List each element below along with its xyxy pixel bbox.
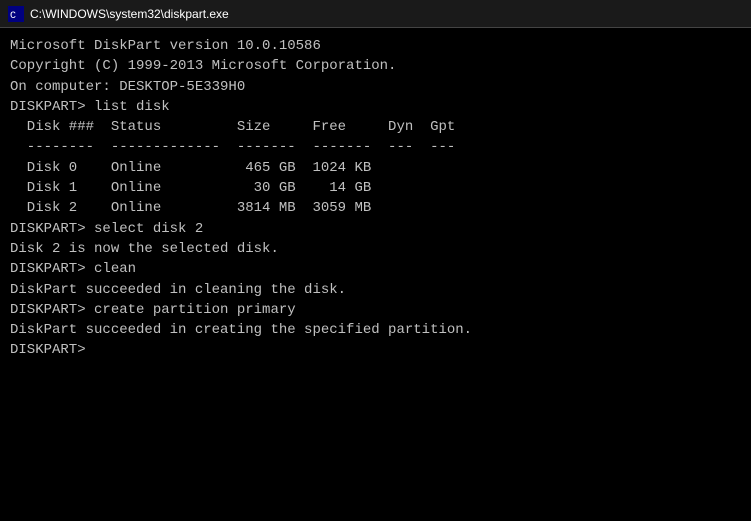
console-line: Disk 1 Online 30 GB 14 GB	[10, 178, 741, 198]
console-line: DiskPart succeeded in cleaning the disk.	[10, 280, 741, 300]
console-line: Disk 2 Online 3814 MB 3059 MB	[10, 198, 741, 218]
console-line: Disk 2 is now the selected disk.	[10, 239, 741, 259]
console-line: DiskPart succeeded in creating the speci…	[10, 320, 741, 340]
console-line: Copyright (C) 1999-2013 Microsoft Corpor…	[10, 56, 741, 76]
svg-text:C: C	[10, 11, 16, 22]
title-bar: C C:\WINDOWS\system32\diskpart.exe	[0, 0, 751, 28]
console-line: -------- ------------- ------- ------- -…	[10, 137, 741, 157]
console-line: Disk ### Status Size Free Dyn Gpt	[10, 117, 741, 137]
console-line: Disk 0 Online 465 GB 1024 KB	[10, 158, 741, 178]
console-line: DISKPART> list disk	[10, 97, 741, 117]
app-icon: C	[8, 6, 24, 22]
console-output[interactable]: Microsoft DiskPart version 10.0.10586Cop…	[0, 28, 751, 521]
console-line: Microsoft DiskPart version 10.0.10586	[10, 36, 741, 56]
console-line: DISKPART> select disk 2	[10, 219, 741, 239]
title-bar-text: C:\WINDOWS\system32\diskpart.exe	[30, 7, 229, 21]
console-line: DISKPART>	[10, 340, 741, 360]
console-line: DISKPART> clean	[10, 259, 741, 279]
console-line: DISKPART> create partition primary	[10, 300, 741, 320]
console-line: On computer: DESKTOP-5E339H0	[10, 77, 741, 97]
